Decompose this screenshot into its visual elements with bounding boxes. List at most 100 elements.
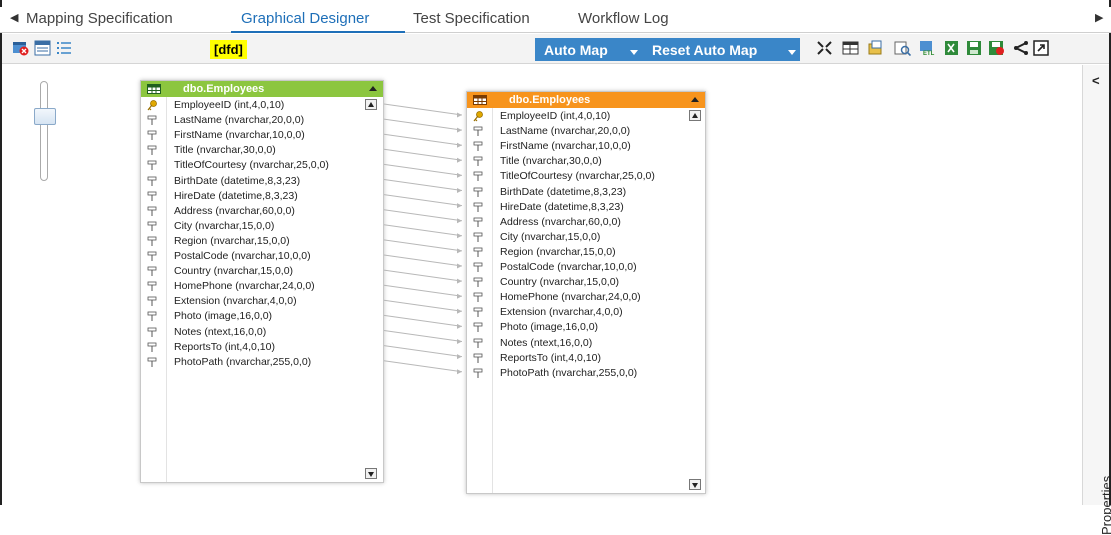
column-icon — [147, 236, 157, 247]
zoom-slider-thumb[interactable] — [34, 108, 56, 125]
target-column-name: Country (nvarchar,15,0,0) — [500, 276, 620, 289]
target-scroll-up-button[interactable] — [689, 110, 701, 121]
source-column-name: BirthDate (datetime,8,3,23) — [174, 174, 301, 187]
source-column-name: ReportsTo (int,4,0,10) — [174, 340, 275, 353]
target-collapse-icon[interactable] — [691, 97, 699, 102]
column-icon — [147, 281, 157, 292]
tab-scroll-left-icon[interactable]: ◀ — [10, 11, 18, 24]
tab-test-specification[interactable]: Test Specification — [413, 10, 530, 27]
column-icon — [473, 247, 483, 258]
column-icon — [473, 141, 483, 152]
primary-key-icon — [473, 111, 483, 122]
target-column-name: LastName (nvarchar,20,0,0) — [500, 125, 631, 138]
target-entity-header[interactable]: dbo.Employees — [467, 92, 705, 108]
source-column-name: Photo (image,16,0,0) — [174, 310, 273, 323]
tab-workflow-log[interactable]: Workflow Log — [578, 10, 669, 27]
target-column-name: HomePhone (nvarchar,24,0,0) — [500, 291, 641, 304]
reset-auto-map-dropdown-icon[interactable] — [788, 50, 796, 55]
target-column-name: FirstName (nvarchar,10,0,0) — [500, 140, 631, 153]
source-column-name: LastName (nvarchar,20,0,0) — [174, 114, 305, 127]
list-view-icon[interactable] — [55, 40, 72, 56]
target-column-name: Address (nvarchar,60,0,0) — [500, 215, 621, 228]
column-icon — [473, 277, 483, 288]
column-icon — [147, 296, 157, 307]
target-column-name: Notes (ntext,16,0,0) — [500, 336, 593, 349]
source-column-name: TitleOfCourtesy (nvarchar,25,0,0) — [174, 159, 329, 172]
collapse-icon[interactable] — [816, 40, 833, 56]
column-icon — [473, 217, 483, 228]
target-column-name: Photo (image,16,0,0) — [500, 321, 599, 334]
share-icon[interactable] — [1012, 40, 1029, 56]
maximize-icon[interactable] — [1033, 40, 1050, 56]
design-tag: [dfd] — [210, 40, 247, 59]
record-icon[interactable] — [988, 40, 1005, 56]
source-entity-header[interactable]: dbo.Employees — [141, 81, 383, 97]
etl-icon[interactable]: ETL — [919, 40, 936, 56]
column-icon — [147, 130, 157, 141]
target-column-name: BirthDate (datetime,8,3,23) — [500, 185, 627, 198]
table-view-icon[interactable] — [842, 40, 859, 56]
auto-map-button-group: Auto Map Reset Auto Map — [535, 38, 800, 61]
column-icon — [147, 251, 157, 262]
properties-panel: < Properties — [1082, 65, 1111, 535]
source-column-name: Extension (nvarchar,4,0,0) — [174, 295, 297, 308]
column-icon — [147, 206, 157, 217]
properties-panel-label[interactable]: Properties — [1099, 476, 1111, 535]
reset-auto-map-button[interactable]: Reset Auto Map — [652, 42, 757, 58]
preview-icon[interactable] — [894, 40, 911, 56]
target-scroll-down-button[interactable] — [689, 479, 701, 490]
source-column-name: Title (nvarchar,30,0,0) — [174, 144, 276, 157]
source-entity-divider — [166, 97, 167, 482]
auto-map-button[interactable]: Auto Map — [544, 42, 608, 58]
table-icon — [147, 84, 161, 94]
target-entity-employees[interactable]: dbo.Employees EmployeeID (int,4,0,10) Las… — [466, 91, 706, 494]
grid-view-icon[interactable] — [34, 40, 51, 56]
column-icon — [147, 357, 157, 368]
column-icon — [147, 176, 157, 187]
target-column-name: HireDate (datetime,8,3,23) — [500, 200, 624, 213]
column-icon — [473, 262, 483, 273]
column-icon — [473, 338, 483, 349]
properties-expand-icon[interactable]: < — [1092, 73, 1100, 88]
column-icon — [147, 311, 157, 322]
target-column-name: Region (nvarchar,15,0,0) — [500, 245, 616, 258]
excel-icon[interactable] — [943, 40, 960, 56]
source-scroll-up-button[interactable] — [365, 99, 377, 110]
column-icon — [473, 202, 483, 213]
source-column-name: PostalCode (nvarchar,10,0,0) — [174, 250, 311, 262]
tab-bar: ◀ Mapping Specification Graphical Design… — [0, 7, 1111, 33]
source-column-name: Region (nvarchar,15,0,0) — [174, 234, 290, 247]
column-icon — [473, 307, 483, 318]
export-icon[interactable] — [867, 40, 884, 56]
source-column-name: HireDate (datetime,8,3,23) — [174, 189, 298, 202]
source-column-name: EmployeeID (int,4,0,10) — [174, 99, 285, 111]
auto-map-dropdown-icon[interactable] — [630, 50, 638, 55]
tab-mapping-specification[interactable]: Mapping Specification — [26, 10, 173, 27]
target-column-name: EmployeeID (int,4,0,10) — [500, 110, 611, 122]
column-icon — [147, 115, 157, 126]
column-icon — [147, 160, 157, 171]
source-collapse-icon[interactable] — [369, 86, 377, 91]
target-column-name: PhotoPath (nvarchar,255,0,0) — [500, 366, 638, 379]
column-icon — [147, 266, 157, 277]
tab-scroll-right-icon[interactable]: ▶ — [1095, 11, 1103, 24]
tab-graphical-designer[interactable]: Graphical Designer — [241, 10, 369, 27]
delete-mapping-icon[interactable] — [12, 40, 29, 56]
target-column-name: ReportsTo (int,4,0,10) — [500, 351, 601, 364]
column-icon — [473, 156, 483, 167]
target-column-name: City (nvarchar,15,0,0) — [500, 230, 601, 243]
zoom-slider-track[interactable] — [40, 81, 48, 181]
column-icon — [473, 292, 483, 303]
source-scroll-down-button[interactable] — [365, 468, 377, 479]
column-icon — [473, 126, 483, 137]
column-icon — [473, 322, 483, 333]
source-column-name: PhotoPath (nvarchar,255,0,0) — [174, 355, 312, 368]
target-column-name: PostalCode (nvarchar,10,0,0) — [500, 261, 637, 273]
save-icon[interactable] — [966, 40, 983, 56]
target-column-name: Title (nvarchar,30,0,0) — [500, 155, 602, 168]
target-column-name: TitleOfCourtesy (nvarchar,25,0,0) — [500, 170, 655, 183]
target-column-name: Extension (nvarchar,4,0,0) — [500, 306, 623, 319]
source-column-name: HomePhone (nvarchar,24,0,0) — [174, 280, 315, 293]
source-entity-employees[interactable]: dbo.Employees EmployeeID (int,4,0,10) Las… — [140, 80, 384, 483]
source-column-name: Address (nvarchar,60,0,0) — [174, 204, 295, 217]
